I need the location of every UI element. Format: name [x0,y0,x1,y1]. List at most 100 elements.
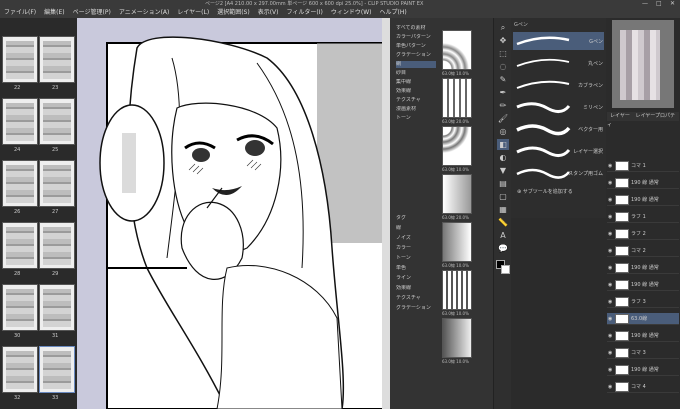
material-tone[interactable] [442,174,472,214]
prop-item[interactable]: テクスチャ [396,295,436,302]
lasso-icon[interactable]: ◌ [497,61,509,72]
material-tone[interactable] [442,222,472,262]
layer-row[interactable]: ◉ ラフ 1 [607,211,679,223]
eye-icon[interactable]: ◉ [608,313,612,325]
eye-icon[interactable]: ◉ [608,381,612,393]
eye-icon[interactable]: ◉ [608,177,612,189]
layer-row[interactable]: ◉ 63.0線 [607,313,679,325]
brush-item[interactable]: カブラペン [513,76,604,94]
tree-item[interactable]: 砂目 [396,70,436,77]
tree-item[interactable]: テクスチャ [396,97,436,104]
menu-page[interactable]: ページ管理(P) [69,8,115,18]
eye-icon[interactable]: ◉ [608,262,612,274]
eye-icon[interactable]: ◉ [608,347,612,359]
tree-item[interactable]: 漫画素材 [396,106,436,113]
select-icon[interactable]: ⬚ [497,48,509,59]
brush-item[interactable]: 丸ペン [513,54,604,72]
blend-icon[interactable]: ◐ [497,152,509,163]
page-thumbnail[interactable] [2,284,38,331]
frame-icon[interactable]: ▦ [497,204,509,215]
page-thumbnail[interactable] [2,36,38,83]
layer-row[interactable]: ◉ ラフ 2 [607,228,679,240]
zoom-icon[interactable]: ⌕ [497,22,509,33]
menu-view[interactable]: 表示(V) [254,8,283,18]
canvas-area[interactable] [77,18,390,409]
maximize-button[interactable]: □ [656,0,662,7]
menu-window[interactable]: ウィンドウ(W) [327,8,376,18]
layer-row[interactable]: ◉ コマ 4 [607,381,679,393]
text-icon[interactable]: A [497,230,509,241]
eyedropper-icon[interactable]: ✎ [497,74,509,85]
brush-item-selected[interactable]: Gペン [513,32,604,50]
layer-row[interactable]: ◉ ラフ 3 [607,296,679,308]
prop-item[interactable]: 線 [396,225,436,232]
menu-help[interactable]: ヘルプ(H) [375,8,410,18]
eye-icon[interactable]: ◉ [608,279,612,291]
layer-row[interactable]: ◉ コマ 1 [607,160,679,172]
brush-item[interactable]: スタンプ用ゴム [513,164,604,182]
layer-row[interactable]: ◉ 190 線 通常 [607,364,679,376]
prop-item[interactable]: ノイズ [396,235,436,242]
material-tone[interactable] [442,270,472,310]
tree-item[interactable]: 集中線 [396,79,436,86]
airbrush-icon[interactable]: ◎ [497,126,509,137]
eye-icon[interactable]: ◉ [608,211,612,223]
eye-icon[interactable]: ◉ [608,245,612,257]
tree-item[interactable]: 単色パターン [396,43,436,50]
page-thumbnail[interactable] [39,160,75,207]
layer-row[interactable]: ◉ 190 線 通常 [607,262,679,274]
minimize-button[interactable]: — [642,0,648,7]
menu-animation[interactable]: アニメーション(A) [115,8,174,18]
balloon-icon[interactable]: 💬 [497,243,509,254]
brush-item[interactable]: ミリペン [513,98,604,116]
layer-row[interactable]: ◉ 190 線 通常 [607,330,679,342]
prop-item[interactable]: 単色 [396,265,436,272]
menu-file[interactable]: ファイル(F) [0,8,40,18]
eye-icon[interactable]: ◉ [608,160,612,172]
brush-icon[interactable]: 🖌 [497,113,509,124]
canvas-scrollbar[interactable] [382,18,390,409]
layer-row[interactable]: ◉ 190 線 通常 [607,177,679,189]
brush-item[interactable]: ベクター用 [513,120,604,138]
ruler-icon[interactable]: 📏 [497,217,509,228]
eye-icon[interactable]: ◉ [608,296,612,308]
prop-item[interactable]: タグ [396,215,436,222]
page-thumbnail[interactable] [2,222,38,269]
layer-row[interactable]: ◉ 190 線 通常 [607,194,679,206]
tree-item-selected[interactable]: 網 [396,61,436,68]
add-subtool-button[interactable]: ⊕ サブツールを追加する [517,188,573,195]
pen-icon[interactable]: ✒ [497,87,509,98]
prop-item[interactable]: トーン [396,255,436,262]
pencil-icon[interactable]: ✏ [497,100,509,111]
prop-item[interactable]: カラー [396,245,436,252]
menu-layer[interactable]: レイヤー(L) [173,8,213,18]
brush-item[interactable]: レイヤー選択 [513,142,604,160]
page-thumbnail[interactable] [2,160,38,207]
navigator[interactable] [612,20,674,108]
tree-item[interactable]: すべての素材 [396,25,436,32]
material-tone[interactable] [442,318,472,358]
close-button[interactable]: ✕ [670,0,675,7]
tree-item[interactable]: 効果線 [396,88,436,95]
page-thumbnail[interactable] [39,98,75,145]
page-thumbnail[interactable] [39,284,75,331]
move-icon[interactable]: ✥ [497,35,509,46]
menu-edit[interactable]: 編集(E) [40,8,68,18]
prop-item[interactable]: グラデーション [396,305,436,312]
material-tone[interactable] [442,78,472,118]
page-thumbnail-selected[interactable] [39,346,75,393]
fill-icon[interactable]: ▼ [497,165,509,176]
figure-icon[interactable]: ▢ [497,191,509,202]
eye-icon[interactable]: ◉ [608,330,612,342]
menu-select[interactable]: 選択範囲(S) [213,8,254,18]
tree-item[interactable]: トーン [396,115,436,122]
eye-icon[interactable]: ◉ [608,228,612,240]
page-thumbnail[interactable] [2,98,38,145]
layer-row[interactable]: ◉ コマ 2 [607,245,679,257]
sub-color-swatch[interactable] [501,265,510,274]
prop-item[interactable]: 効果線 [396,285,436,292]
tree-item[interactable]: グラデーション [396,52,436,59]
gradient-icon[interactable]: ▤ [497,178,509,189]
page-thumbnail[interactable] [2,346,38,393]
material-tone[interactable] [442,30,472,70]
